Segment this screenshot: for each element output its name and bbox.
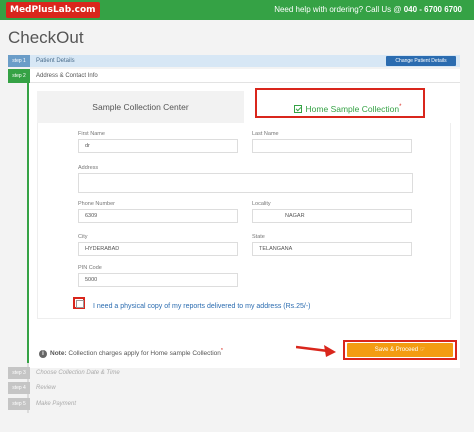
medplus-logo[interactable]: MedPlusLab.com [6, 2, 100, 18]
note-text: Collection charges apply for Home sample… [68, 350, 221, 358]
change-patient-details-button[interactable]: Change Patient Details [386, 56, 456, 66]
red-arrow-icon [296, 345, 336, 357]
note-prefix: Note: [50, 350, 67, 358]
first-name-field[interactable]: dr [78, 139, 238, 153]
city-field[interactable]: HYDERABAD [78, 242, 238, 256]
step-address-contact: step 2 Address & Contact Info [8, 69, 460, 83]
first-name-label: First Name [78, 131, 105, 137]
help-line: Need help with ordering? Call Us @ 040 -… [274, 0, 462, 20]
state-field[interactable]: TELANGANA [252, 242, 412, 256]
locality-label: Locality [252, 201, 271, 207]
step-label: Choose Collection Date & Time [36, 370, 120, 376]
tab-sample-collection-center[interactable]: Sample Collection Center [37, 91, 244, 123]
info-icon: i [39, 350, 47, 359]
address-field[interactable] [78, 173, 413, 193]
save-and-proceed-label: Save & Proceed [374, 347, 419, 353]
highlight-box-home-tab [255, 88, 425, 118]
save-and-proceed-button[interactable]: Save & Proceed ☞ [347, 343, 453, 357]
address-label: Address [78, 165, 99, 171]
step-badge: step 1 [8, 55, 30, 67]
state-label: State [252, 234, 265, 240]
hand-pointer-icon: ☞ [419, 347, 426, 353]
locality-field[interactable]: NAGAR [252, 209, 412, 223]
step-badge: step 3 [8, 367, 30, 379]
pin-field[interactable]: 5000 [78, 273, 238, 287]
help-phone: 040 - 6700 6700 [403, 5, 462, 14]
step-patient-details: step 1 Patient Details Change Patient De… [8, 55, 460, 67]
step-badge: step 5 [8, 398, 30, 410]
help-text: Need help with ordering? Call Us @ [274, 5, 402, 14]
address-form: First Name dr Last Name Address Phone Nu… [37, 123, 451, 319]
address-panel: Sample Collection Center Home Sample Col… [29, 83, 460, 368]
collection-note: i Note: Collection charges apply for Home… [39, 348, 223, 359]
phone-label: Phone Number [78, 201, 115, 207]
top-bar: MedPlusLab.com Need help with ordering? … [0, 0, 474, 20]
pin-label: PIN Code [78, 265, 102, 271]
step-label: Address & Contact Info [36, 73, 98, 79]
step-make-payment: step 5 Make Payment [8, 398, 460, 410]
step-label: Patient Details [36, 58, 75, 64]
note-mark: * [220, 348, 223, 354]
step-label: Make Payment [36, 401, 77, 407]
step-badge: step 2 [8, 69, 30, 83]
page-title: CheckOut [8, 28, 84, 47]
step-collection-date-time: step 3 Choose Collection Date & Time [8, 367, 460, 379]
last-name-label: Last Name [252, 131, 279, 137]
physical-copy-checkbox[interactable] [73, 297, 85, 309]
step-badge: step 4 [8, 382, 30, 394]
phone-field[interactable]: 6309 [78, 209, 238, 223]
physical-copy-consent-text[interactable]: I need a physical copy of my reports del… [93, 301, 310, 313]
step-review: step 4 Review [8, 382, 460, 394]
last-name-field[interactable] [252, 139, 412, 153]
step-label: Review [36, 385, 56, 391]
city-label: City [78, 234, 88, 240]
